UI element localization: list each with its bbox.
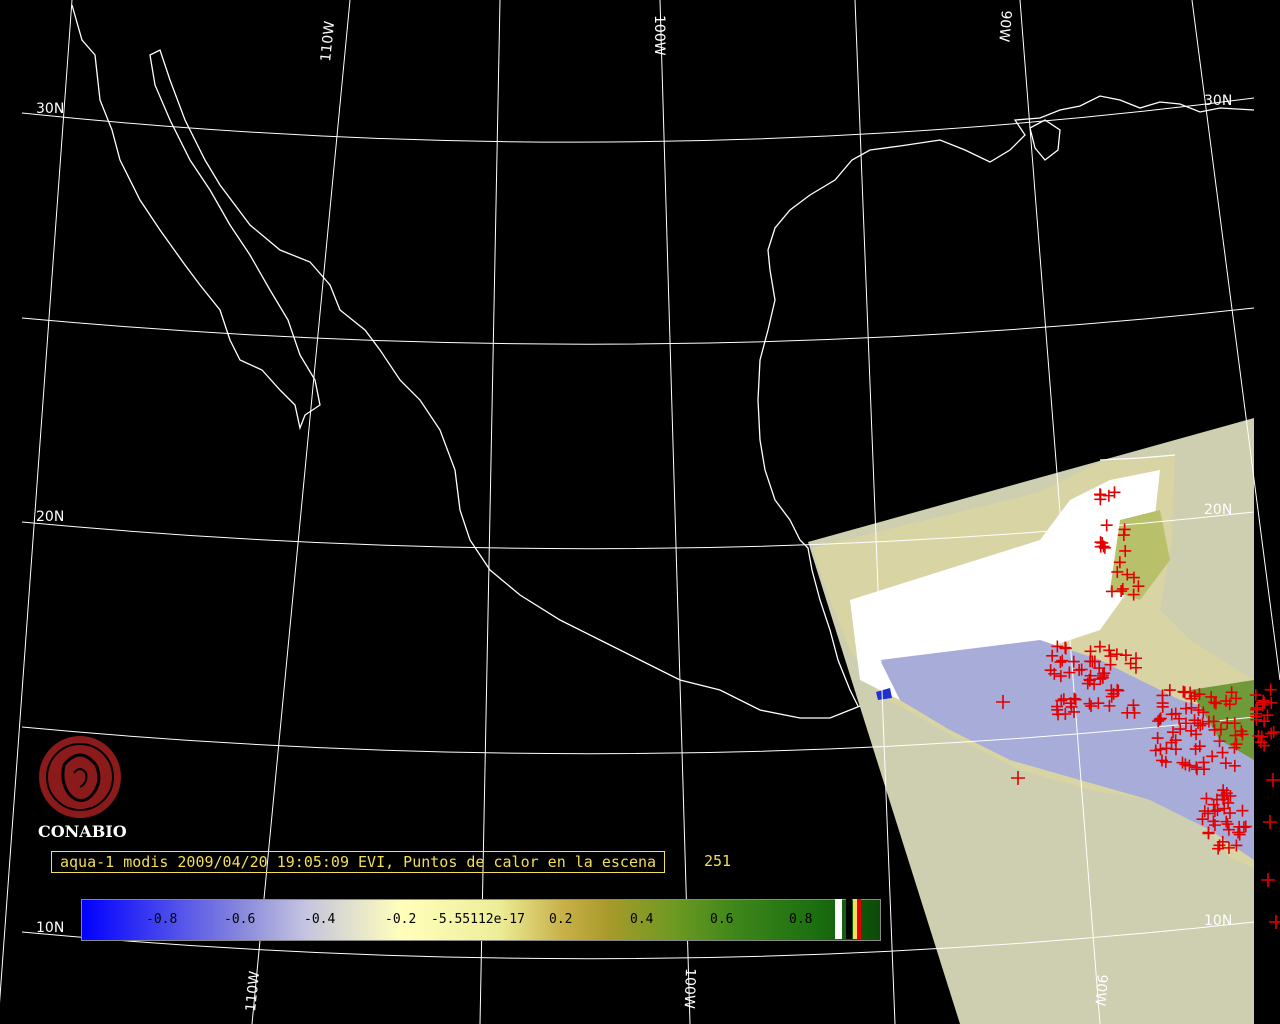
lon-label-100w-bottom: 100W (681, 968, 698, 1009)
colorbar-label: 0.6 (710, 912, 734, 927)
hotspot-marker (1267, 726, 1280, 739)
hotspot-marker (1264, 683, 1277, 696)
lat-label-20n-right: 20N (1204, 502, 1232, 518)
scene-caption: aqua-1 modis 2009/04/20 19:05:09 EVI, Pu… (51, 851, 666, 873)
lat-label-10n-right: 10N (1204, 913, 1232, 929)
colorbar-label: -0.6 (224, 912, 256, 927)
lon-label-110w-bottom: 110W (243, 970, 263, 1012)
lon-label-100w-top: 100W (651, 15, 667, 56)
hotspot-marker (1265, 696, 1278, 709)
colorbar-label: 0.2 (549, 912, 573, 927)
hotspot-marker (1269, 915, 1280, 929)
lat-label-30n-left: 30N (36, 101, 64, 117)
colorbar-label: -0.4 (304, 912, 336, 927)
hotspot-marker (1263, 815, 1277, 829)
hotspot-marker (1261, 873, 1275, 887)
lat-label-10n-left: 10N (36, 920, 64, 936)
lon-label-90w-top: 90W (995, 10, 1014, 43)
lat-label-30n-right: 30N (1204, 93, 1232, 109)
colorbar-black-strip (846, 899, 852, 939)
colorbar-label: -0.2 (385, 912, 417, 927)
lon-label-90w-bottom: 90W (1091, 974, 1110, 1007)
colorbar-red-strip (857, 899, 861, 939)
colorbar-label: -0.8 (146, 912, 178, 927)
colorbar-label: 0.8 (789, 912, 813, 927)
conabio-wordmark: CONABIO (38, 822, 127, 841)
lon-label-110w-top: 110W (318, 20, 338, 62)
hotspot-count: 251 (704, 852, 732, 870)
hotspot-marker (1265, 727, 1278, 740)
hotspot-marker (1266, 773, 1280, 787)
lat-label-20n-left: 20N (36, 509, 64, 525)
colorbar-label: -5.55112e-17 (431, 912, 525, 927)
conabio-emblem-icon (39, 736, 121, 818)
colorbar-white-strip (835, 899, 842, 939)
colorbar-label: 0.4 (630, 912, 654, 927)
